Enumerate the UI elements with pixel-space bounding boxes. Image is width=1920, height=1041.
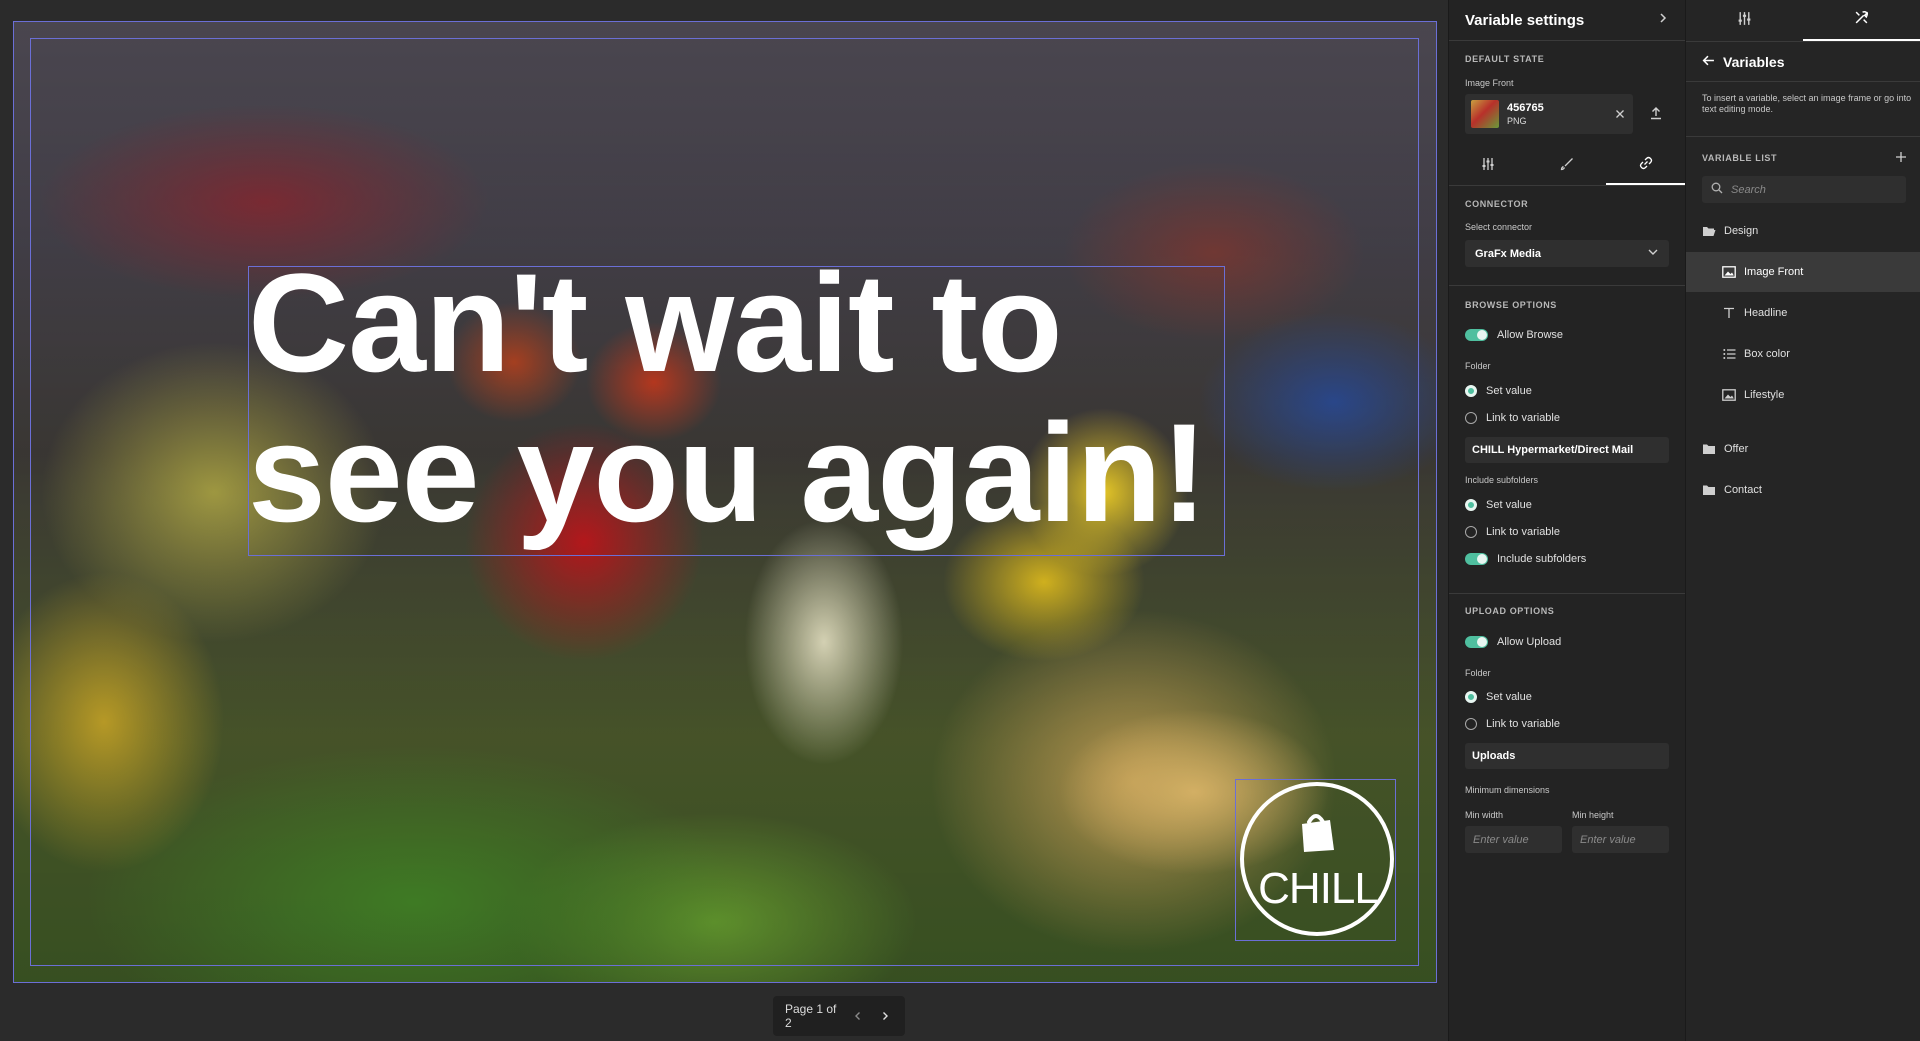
connector-select[interactable]: GraFx Media xyxy=(1465,240,1669,267)
search-placeholder: Search xyxy=(1731,183,1766,196)
prev-page-icon[interactable] xyxy=(850,1007,866,1025)
page-navigator: Page 1 of 2 xyxy=(773,996,905,1036)
settings-tabs xyxy=(1449,148,1686,186)
image-front-label: Image Front xyxy=(1465,78,1514,88)
tab-appearance[interactable] xyxy=(1528,148,1607,185)
image-thumbnail xyxy=(1471,100,1499,128)
min-height-input[interactable]: Enter value xyxy=(1572,826,1669,853)
radio-selected[interactable] xyxy=(1465,691,1477,703)
tab-variables-tools[interactable] xyxy=(1803,0,1920,41)
browse-folder-link-variable[interactable]: Link to variable xyxy=(1465,412,1560,424)
radio-unselected[interactable] xyxy=(1465,526,1477,538)
headline-text[interactable]: Can't wait to see you again! xyxy=(248,248,1248,548)
default-state-heading: DEFAULT STATE xyxy=(1465,54,1545,64)
radio-unselected[interactable] xyxy=(1465,412,1477,424)
link-icon xyxy=(1639,156,1653,175)
browse-folder-label: Folder xyxy=(1465,361,1491,371)
variables-header: Variables xyxy=(1686,42,1920,82)
shopping-bag-icon xyxy=(1302,814,1334,852)
variable-folder-design[interactable]: Design xyxy=(1686,211,1920,251)
app-root: Can't wait to see you again! CHILL Page … xyxy=(0,0,1920,1041)
radio-selected[interactable] xyxy=(1465,385,1477,397)
variable-folder-contact[interactable]: Contact xyxy=(1686,470,1920,510)
list-icon xyxy=(1722,347,1736,361)
select-connector-label: Select connector xyxy=(1465,222,1533,232)
variable-settings-panel: Variable settings DEFAULT STATE Image Fr… xyxy=(1448,0,1686,1041)
upload-folder-link-variable[interactable]: Link to variable xyxy=(1465,718,1560,730)
browse-folder-value[interactable]: CHILL Hypermarket/Direct Mail xyxy=(1465,437,1669,463)
text-icon xyxy=(1722,306,1736,320)
tab-connector[interactable] xyxy=(1606,148,1686,185)
include-subfolders-label: Include subfolders xyxy=(1465,475,1539,485)
page-label: Page 1 of 2 xyxy=(785,1002,837,1030)
variable-folder-offer[interactable]: Offer xyxy=(1686,429,1920,469)
chevron-down-icon xyxy=(1647,246,1659,261)
upload-options-heading: UPLOAD OPTIONS xyxy=(1465,606,1555,616)
variable-item-image-front[interactable]: Image Front xyxy=(1686,252,1920,292)
chevron-right-icon[interactable] xyxy=(1657,11,1669,29)
right-panel-tabs xyxy=(1686,0,1920,42)
variable-item-lifestyle[interactable]: Lifestyle xyxy=(1686,375,1920,415)
search-icon xyxy=(1711,182,1723,197)
upload-icon[interactable] xyxy=(1647,104,1665,122)
min-width-input[interactable]: Enter value xyxy=(1465,826,1562,853)
connector-selected: GraFx Media xyxy=(1475,247,1542,260)
tab-properties[interactable] xyxy=(1449,148,1528,185)
sliders-icon xyxy=(1737,11,1752,31)
variables-panel: Variables To insert a variable, select a… xyxy=(1686,0,1920,1041)
image-icon xyxy=(1722,388,1736,402)
minimum-dimensions-label: Minimum dimensions xyxy=(1465,785,1550,795)
sliders-icon xyxy=(1481,157,1495,176)
folder-icon xyxy=(1702,442,1716,456)
browse-options-heading: BROWSE OPTIONS xyxy=(1465,300,1557,310)
canvas-area: Can't wait to see you again! CHILL Page … xyxy=(0,0,1448,1041)
connector-heading: CONNECTOR xyxy=(1465,199,1529,209)
back-arrow-icon[interactable] xyxy=(1702,54,1715,70)
allow-upload-toggle[interactable]: Allow Upload xyxy=(1465,636,1561,648)
folder-icon xyxy=(1702,483,1716,497)
clear-image-icon[interactable] xyxy=(1613,107,1627,121)
logo-text: CHILL xyxy=(1258,864,1379,913)
add-variable-icon[interactable] xyxy=(1894,150,1908,164)
variable-search-input[interactable]: Search xyxy=(1702,176,1906,203)
subfolders-set-value[interactable]: Set value xyxy=(1465,499,1532,511)
variable-item-box-color[interactable]: Box color xyxy=(1686,334,1920,374)
tools-icon xyxy=(1854,10,1869,30)
image-name: 456765 xyxy=(1507,102,1544,114)
folder-open-icon xyxy=(1702,224,1716,238)
settings-header: Variable settings xyxy=(1449,0,1685,41)
upload-folder-value[interactable]: Uploads xyxy=(1465,743,1669,769)
min-height-label: Min height xyxy=(1572,810,1614,820)
variable-item-headline[interactable]: Headline xyxy=(1686,293,1920,333)
radio-unselected[interactable] xyxy=(1465,718,1477,730)
radio-selected[interactable] xyxy=(1465,499,1477,511)
toggle-switch[interactable] xyxy=(1465,553,1488,565)
variables-hint: To insert a variable, select an image fr… xyxy=(1702,93,1912,114)
browse-folder-set-value[interactable]: Set value xyxy=(1465,385,1532,397)
include-subfolders-toggle[interactable]: Include subfolders xyxy=(1465,553,1586,565)
settings-title: Variable settings xyxy=(1465,11,1585,29)
upload-folder-label: Folder xyxy=(1465,668,1491,678)
variables-title: Variables xyxy=(1723,53,1785,70)
image-type: PNG xyxy=(1507,116,1527,126)
subfolders-link-variable[interactable]: Link to variable xyxy=(1465,526,1560,538)
variable-list-heading: VARIABLE LIST xyxy=(1702,153,1778,163)
allow-browse-toggle[interactable]: Allow Browse xyxy=(1465,329,1563,341)
tab-properties-panel[interactable] xyxy=(1686,0,1803,41)
default-image-field[interactable]: 456765 PNG xyxy=(1465,94,1633,134)
next-page-icon[interactable] xyxy=(877,1007,893,1025)
image-icon xyxy=(1722,265,1736,279)
min-width-label: Min width xyxy=(1465,810,1504,820)
brush-icon xyxy=(1560,157,1574,176)
artboard[interactable]: Can't wait to see you again! CHILL xyxy=(13,21,1437,983)
upload-folder-set-value[interactable]: Set value xyxy=(1465,691,1532,703)
toggle-switch[interactable] xyxy=(1465,636,1488,648)
toggle-switch[interactable] xyxy=(1465,329,1488,341)
